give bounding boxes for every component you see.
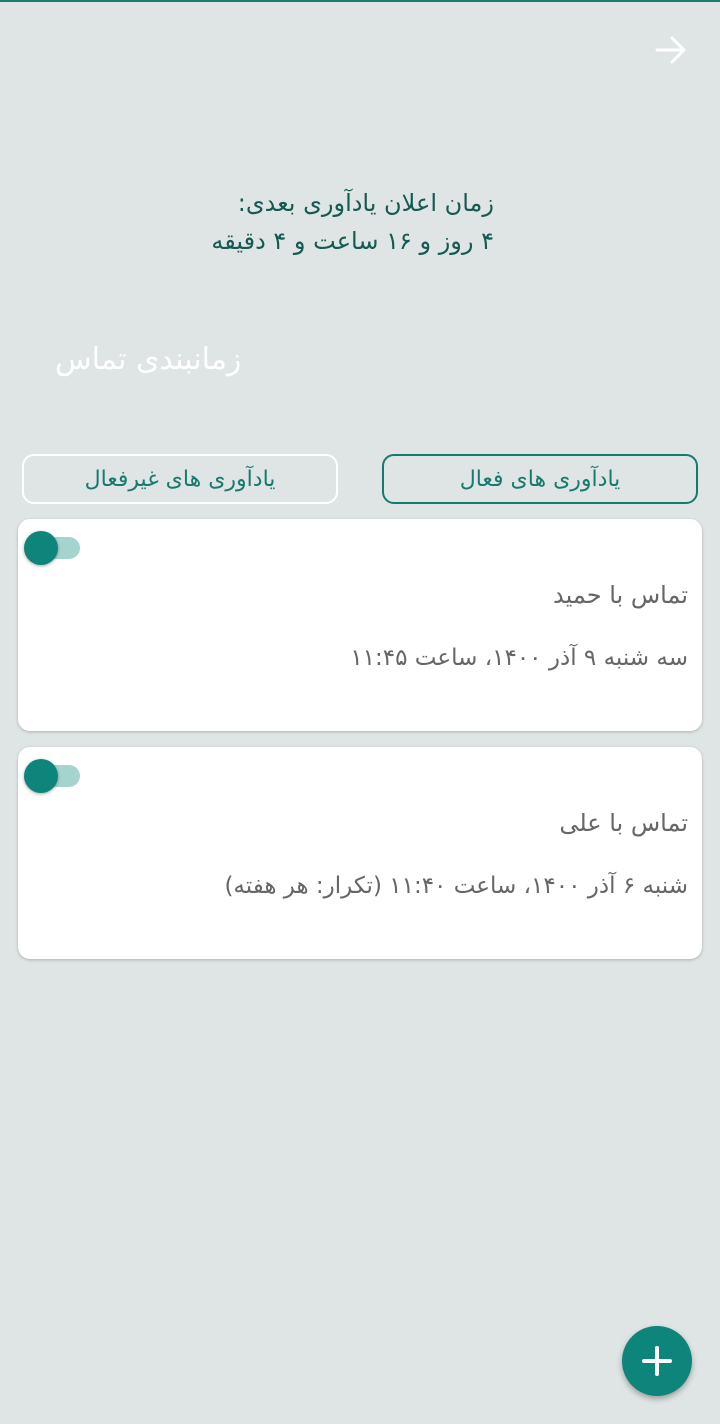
back-button[interactable] bbox=[654, 34, 688, 66]
toggle-knob bbox=[24, 531, 58, 565]
reminder-toggle[interactable] bbox=[24, 755, 82, 793]
next-reminder-info: زمان اعلان یادآوری بعدی: ۴ روز و ۱۶ ساعت… bbox=[211, 184, 494, 260]
next-reminder-value: ۴ روز و ۱۶ ساعت و ۴ دقیقه bbox=[211, 227, 494, 255]
tab-active-reminders[interactable]: یادآوری های فعال bbox=[382, 454, 698, 504]
reminder-card[interactable]: تماس با علی شنبه ۶ آذر ۱۴۰۰، ساعت ۱۱:۴۰ … bbox=[18, 747, 702, 959]
add-reminder-button[interactable] bbox=[622, 1326, 692, 1396]
reminder-card[interactable]: تماس با حمید سه شنبه ۹ آذر ۱۴۰۰، ساعت ۱۱… bbox=[18, 519, 702, 731]
reminder-title: تماس با علی bbox=[559, 809, 688, 837]
next-reminder-label: زمان اعلان یادآوری بعدی: bbox=[237, 189, 494, 217]
reminder-datetime: شنبه ۶ آذر ۱۴۰۰، ساعت ۱۱:۴۰ (تکرار: هر ه… bbox=[224, 873, 688, 899]
plus-icon bbox=[642, 1346, 672, 1376]
tab-inactive-reminders[interactable]: یادآوری های غیرفعال bbox=[22, 454, 338, 504]
reminder-toggle[interactable] bbox=[24, 527, 82, 565]
reminder-title: تماس با حمید bbox=[553, 581, 688, 609]
toggle-knob bbox=[24, 759, 58, 793]
tab-inactive-label: یادآوری های غیرفعال bbox=[84, 466, 276, 492]
reminder-datetime: سه شنبه ۹ آذر ۱۴۰۰، ساعت ۱۱:۴۵ bbox=[350, 645, 688, 671]
top-accent-line bbox=[0, 0, 720, 2]
page-title: زمانبندی تماس bbox=[55, 342, 242, 377]
tab-active-label: یادآوری های فعال bbox=[459, 466, 621, 492]
arrow-right-icon bbox=[655, 36, 686, 64]
